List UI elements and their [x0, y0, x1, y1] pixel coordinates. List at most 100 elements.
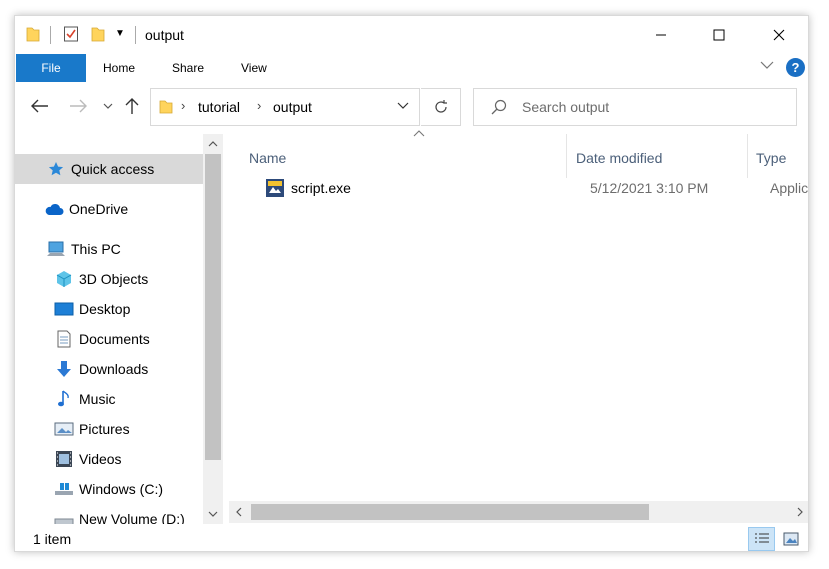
sidebar-item-label: Documents	[79, 331, 150, 347]
sidebar-item-label: Quick access	[71, 161, 155, 177]
chevron-down-icon	[103, 103, 113, 109]
sidebar-item-3d-objects[interactable]: 3D Objects	[15, 264, 148, 294]
file-explorer-window: ▼ output File Home Share View ? › tutori…	[14, 15, 809, 552]
minimize-button[interactable]	[632, 16, 690, 54]
scroll-up-icon[interactable]	[203, 134, 223, 154]
sidebar-item-music[interactable]: Music	[15, 384, 116, 414]
tab-share[interactable]: Share	[172, 54, 204, 82]
tab-view[interactable]: View	[241, 54, 267, 82]
sort-ascending-icon	[413, 126, 425, 140]
sidebar-item-pictures[interactable]: Pictures	[15, 414, 130, 444]
column-divider[interactable]	[747, 134, 748, 178]
sidebar-item-this-pc[interactable]: This PC	[15, 234, 121, 264]
sidebar-item-label: This PC	[71, 241, 121, 257]
navigation-bar: › tutorial › output	[15, 82, 808, 130]
sidebar-item-label: Videos	[79, 451, 122, 467]
maximize-icon	[713, 29, 725, 41]
application-icon	[265, 178, 285, 203]
column-header-name[interactable]: Name	[249, 140, 286, 176]
sidebar-item-label: Desktop	[79, 301, 131, 317]
address-history-icon[interactable]	[397, 98, 409, 112]
refresh-button[interactable]	[421, 88, 461, 126]
navigation-pane-scrollbar[interactable]	[203, 134, 223, 524]
music-icon	[54, 390, 74, 408]
cube-icon	[54, 270, 74, 288]
computer-icon	[46, 240, 66, 258]
column-divider[interactable]	[566, 134, 567, 178]
drive-icon	[54, 480, 74, 498]
scroll-down-icon[interactable]	[203, 504, 223, 524]
sidebar-item-desktop[interactable]: Desktop	[15, 294, 130, 324]
tab-home[interactable]: Home	[103, 54, 135, 82]
sidebar-item-label: Pictures	[79, 421, 130, 437]
star-icon	[46, 160, 66, 178]
sidebar-item-quick-access[interactable]: Quick access	[15, 154, 203, 184]
column-header-date-modified[interactable]: Date modified	[576, 140, 662, 176]
column-header-type[interactable]: Type	[756, 140, 786, 176]
table-row[interactable]: script.exe 5/12/2021 3:10 PM Applicati	[247, 174, 809, 203]
back-arrow-icon	[31, 99, 48, 113]
folder-icon	[159, 99, 173, 120]
download-icon	[54, 360, 74, 378]
status-bar: 1 item	[15, 524, 808, 551]
sidebar-item-label: Windows (C:)	[79, 481, 164, 497]
sidebar-item-windows-c[interactable]: Windows (C:)	[15, 474, 163, 504]
scrollbar-thumb[interactable]	[251, 504, 649, 520]
sidebar-item-new-volume-d[interactable]: New Volume (D:)	[15, 504, 185, 524]
cloud-icon	[44, 200, 64, 218]
sidebar-item-label: 3D Objects	[79, 271, 149, 287]
drive-icon	[54, 510, 74, 524]
forward-arrow-icon	[70, 99, 87, 113]
sidebar-item-label: Downloads	[79, 361, 149, 377]
customize-toolbar-icon[interactable]: ▼	[115, 28, 131, 46]
navigation-pane: Quick access OneDrive This PC 3D Objects…	[15, 134, 223, 524]
scroll-right-icon[interactable]	[790, 501, 808, 523]
help-button[interactable]: ?	[786, 58, 805, 77]
sidebar-item-onedrive[interactable]: OneDrive	[15, 194, 128, 224]
separator	[135, 26, 136, 44]
scrollbar-thumb[interactable]	[205, 154, 221, 460]
search-box[interactable]	[473, 88, 797, 126]
refresh-icon	[434, 100, 447, 113]
close-button[interactable]	[750, 16, 808, 54]
chevron-right-icon[interactable]: ›	[181, 98, 185, 113]
sidebar-item-label: OneDrive	[69, 201, 129, 217]
recent-locations-button[interactable]	[101, 94, 115, 118]
folder-icon	[25, 25, 41, 43]
sidebar-item-videos[interactable]: Videos	[15, 444, 122, 474]
tab-file[interactable]: File	[16, 54, 86, 82]
breadcrumb-output[interactable]: output	[273, 99, 312, 115]
new-folder-icon[interactable]	[90, 25, 106, 43]
maximize-button[interactable]	[690, 16, 748, 54]
breadcrumb-tutorial[interactable]: tutorial	[198, 99, 240, 115]
details-view-button[interactable]	[748, 527, 775, 551]
file-name: script.exe	[291, 180, 351, 196]
file-list: Name Date modified Type script.exe 5/12/…	[229, 130, 809, 524]
up-arrow-icon	[125, 98, 139, 114]
chevron-right-icon[interactable]: ›	[257, 98, 261, 113]
file-list-horizontal-scrollbar[interactable]	[229, 501, 808, 523]
file-date-modified: 5/12/2021 3:10 PM	[590, 180, 709, 196]
sidebar-item-label: New Volume (D:)	[79, 511, 185, 524]
search-input[interactable]	[522, 97, 782, 117]
large-icons-view-icon	[783, 532, 798, 546]
minimize-icon	[656, 34, 666, 36]
pictures-icon	[54, 420, 74, 438]
properties-icon[interactable]	[63, 25, 79, 43]
forward-button[interactable]	[67, 94, 89, 118]
up-button[interactable]	[123, 94, 141, 118]
address-bar[interactable]: › tutorial › output	[150, 88, 420, 126]
back-button[interactable]	[29, 94, 51, 118]
large-icons-view-button[interactable]	[777, 527, 804, 551]
title-bar: ▼ output	[15, 16, 808, 54]
document-icon	[54, 330, 74, 348]
sidebar-item-label: Music	[79, 391, 116, 407]
sidebar-item-downloads[interactable]: Downloads	[15, 354, 148, 384]
scroll-left-icon[interactable]	[229, 501, 249, 523]
file-type: Applicati	[770, 180, 809, 196]
close-icon	[773, 29, 785, 41]
video-icon	[54, 450, 74, 468]
expand-ribbon-icon[interactable]	[760, 59, 774, 73]
sidebar-item-documents[interactable]: Documents	[15, 324, 150, 354]
search-icon	[491, 99, 507, 120]
